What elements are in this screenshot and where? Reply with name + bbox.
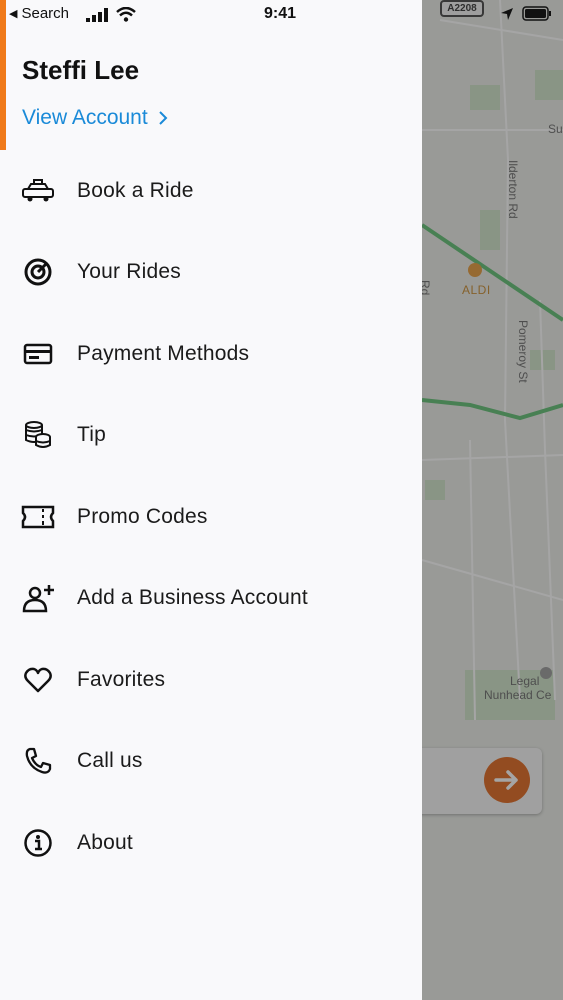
menu-item-label: Promo Codes — [77, 504, 208, 528]
view-account-link[interactable]: View Account — [22, 106, 168, 130]
menu-item-call-us[interactable]: Call us — [0, 721, 422, 803]
back-label: Search — [21, 5, 69, 22]
menu-item-label: Book a Ride — [77, 178, 194, 202]
back-arrow-icon: ◀ — [9, 8, 18, 20]
cellular-signal-icon — [86, 8, 108, 22]
add-user-icon — [21, 581, 55, 615]
signal-indicators — [86, 7, 136, 22]
menu-item-payment-methods[interactable]: Payment Methods — [0, 313, 422, 395]
phone-icon — [21, 744, 55, 778]
location-arrow-icon — [501, 7, 513, 20]
user-name: Steffi Lee — [22, 55, 140, 85]
menu-item-book-a-ride[interactable]: Book a Ride — [0, 150, 422, 232]
chevron-right-icon — [158, 111, 168, 125]
menu-item-add-business-account[interactable]: Add a Business Account — [0, 558, 422, 640]
menu-item-label: About — [77, 830, 133, 854]
drawer-menu: Book a Ride Your Rides Payment Methods T… — [0, 150, 422, 884]
menu-item-label: Payment Methods — [77, 341, 250, 365]
status-bar: ◀ Search 9:41 — [0, 0, 563, 30]
heart-icon — [21, 663, 55, 697]
battery-icon — [522, 6, 551, 21]
credit-card-icon — [21, 337, 55, 371]
coins-icon — [21, 418, 55, 452]
taxi-icon — [21, 174, 55, 208]
menu-item-label: Tip — [77, 423, 106, 447]
menu-item-your-rides[interactable]: Your Rides — [0, 232, 422, 314]
menu-item-promo-codes[interactable]: Promo Codes — [0, 476, 422, 558]
menu-item-favorites[interactable]: Favorites — [0, 639, 422, 721]
back-to-search[interactable]: ◀ Search — [9, 5, 69, 22]
side-drawer: Steffi Lee View Account Book a Ride Your… — [0, 0, 422, 1000]
view-account-label: View Account — [22, 106, 148, 129]
menu-item-label: Your Rides — [77, 260, 181, 284]
menu-item-label: Add a Business Account — [77, 586, 308, 610]
menu-item-tip[interactable]: Tip — [0, 395, 422, 477]
status-right — [500, 6, 552, 21]
info-icon — [21, 826, 55, 860]
ticket-icon — [21, 500, 55, 534]
menu-item-about[interactable]: About — [0, 802, 422, 884]
menu-item-label: Call us — [77, 749, 143, 773]
wifi-icon — [116, 7, 136, 22]
status-time: 9:41 — [264, 5, 297, 22]
menu-item-label: Favorites — [77, 667, 166, 691]
rides-history-icon — [21, 255, 55, 289]
